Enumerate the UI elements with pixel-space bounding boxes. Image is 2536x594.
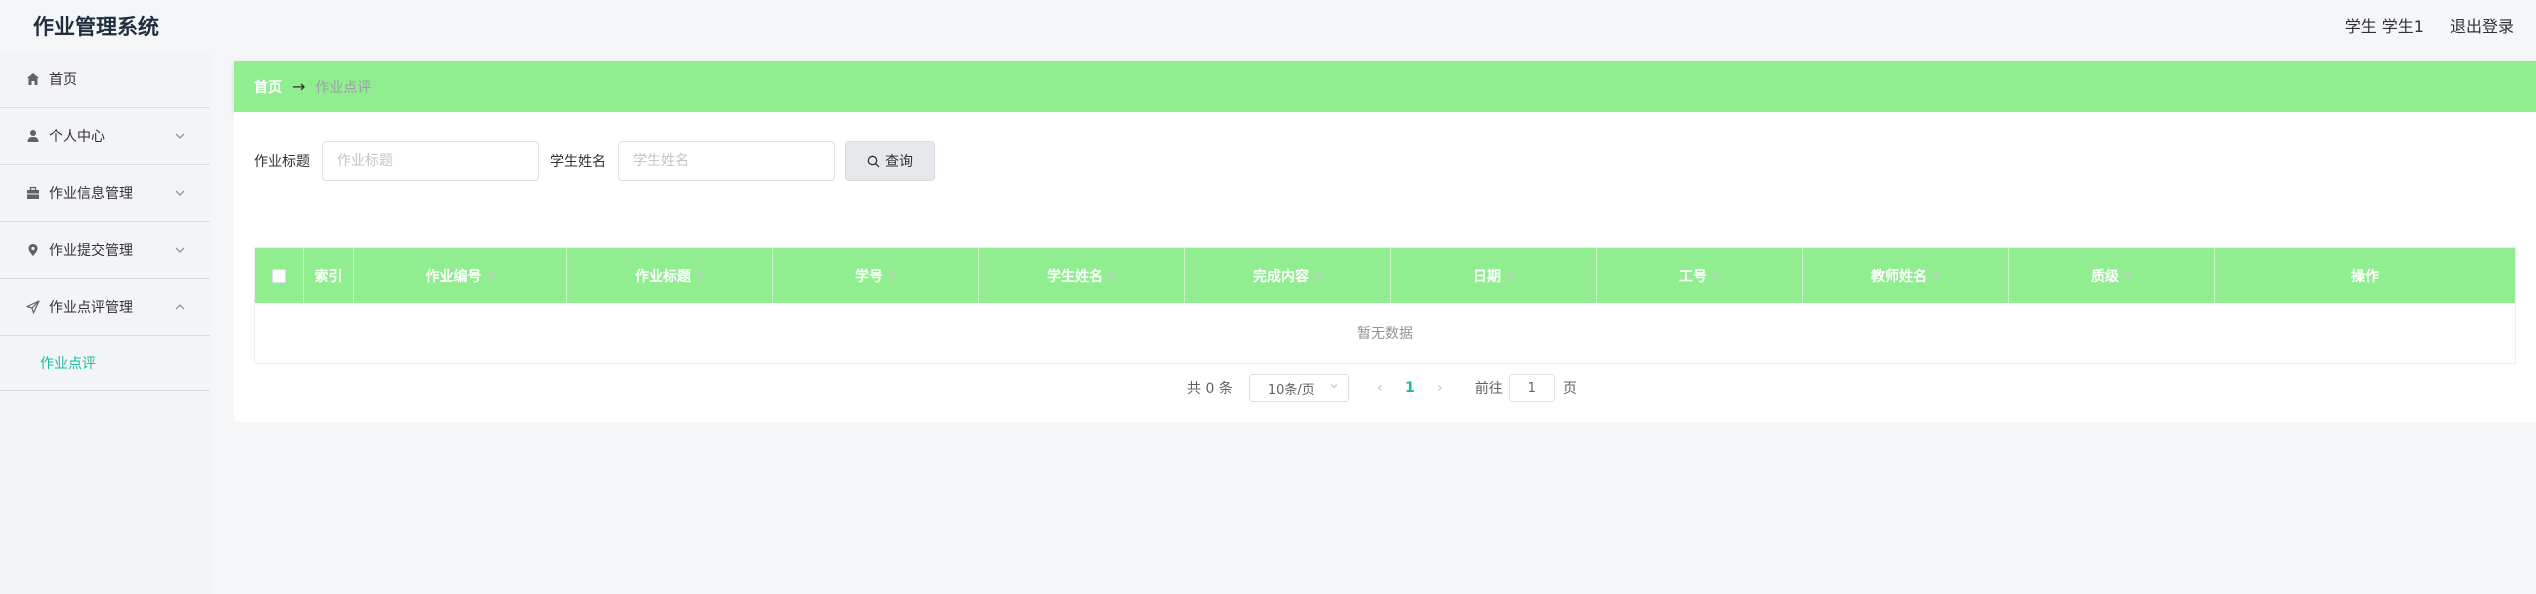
search-button[interactable]: 查询 [845,141,935,181]
logout-link[interactable]: 退出登录 [2450,13,2514,37]
chevron-down-icon [172,185,188,201]
content-panel: 作业标题 学生姓名 查询 索引 作业编号 作业标题 [234,112,2536,422]
search-button-label: 查询 [885,154,913,170]
next-page-button[interactable]: › [1425,380,1455,396]
name-field-label: 学生姓名 [550,154,606,170]
app-title: 作业管理系统 [33,15,159,39]
sidebar-subitem-homework-review[interactable]: 作业点评 [0,353,96,373]
sidebar: 首页 个人中心 作业信息管理 作业提交管理 作业点评管理 作业点评 [0,51,210,594]
location-icon [25,242,41,258]
breadcrumb: 首页 → 作业点评 [234,61,2536,112]
total-count: 共 0 条 [1187,381,1233,397]
prev-page-button[interactable]: ‹ [1365,380,1395,396]
select-all-checkbox[interactable] [272,268,286,283]
title-search-input[interactable] [322,141,539,181]
name-search-input[interactable] [618,141,835,181]
pagination: 共 0 条 10条/页 ‹ 1 › 前往 页 [1187,374,1577,402]
chevron-up-icon [172,299,188,315]
home-icon [25,71,41,87]
chevron-down-icon [1328,380,1340,396]
page-size-value: 10条/页 [1267,382,1315,398]
sidebar-item-label: 作业信息管理 [49,186,133,202]
sidebar-item-homework-info[interactable]: 作业信息管理 [0,165,210,222]
search-form: 作业标题 学生姓名 查询 [254,141,935,181]
sort-icon[interactable] [696,270,704,281]
page-number-current[interactable]: 1 [1395,380,1425,396]
breadcrumb-home[interactable]: 首页 [254,77,282,97]
column-header[interactable]: 工号 [1597,248,1803,303]
user-icon [25,128,41,144]
search-icon [867,155,880,168]
data-table: 索引 作业编号 作业标题 学号 学生姓名 完成内容 日期 工号 教师姓名 质级 … [254,247,2516,364]
table-empty-text: 暂无数据 [255,303,2515,363]
sidebar-item-homework-review[interactable]: 作业点评管理 [0,279,210,336]
sidebar-item-homework-submit[interactable]: 作业提交管理 [0,222,210,279]
sidebar-item-home[interactable]: 首页 [0,51,210,108]
column-header: 操作 [2351,268,2379,285]
table-header: 索引 作业编号 作业标题 学号 学生姓名 完成内容 日期 工号 教师姓名 质级 … [255,248,2515,303]
sort-icon[interactable] [1712,270,1720,281]
column-header[interactable]: 日期 [1391,248,1597,303]
goto-page-input[interactable] [1508,374,1555,402]
chevron-down-icon [172,242,188,258]
column-header: 索引 [304,248,354,303]
sort-icon[interactable] [2124,270,2132,281]
select-all-cell [255,248,304,303]
sort-icon[interactable] [1314,270,1322,281]
sidebar-item-label: 个人中心 [49,129,105,145]
briefcase-icon [25,185,41,201]
column-header[interactable]: 作业编号 [354,248,567,303]
sort-icon[interactable] [888,270,896,281]
column-header[interactable]: 质级 [2009,248,2215,303]
sidebar-submenu: 作业点评 [0,336,210,391]
title-field-label: 作业标题 [254,154,310,170]
sort-icon[interactable] [1108,270,1116,281]
user-info: 学生 学生1 [2344,17,2424,36]
column-header[interactable]: 作业标题 [567,248,773,303]
sidebar-item-label: 作业点评管理 [49,300,133,316]
sidebar-item-personal-center[interactable]: 个人中心 [0,108,210,165]
sidebar-item-label: 作业提交管理 [49,243,133,259]
sidebar-item-label: 首页 [49,72,77,88]
chevron-down-icon [172,128,188,144]
column-header[interactable]: 完成内容 [1185,248,1391,303]
column-header[interactable]: 学号 [773,248,979,303]
page-suffix: 页 [1562,381,1577,397]
column-header[interactable]: 教师姓名 [1803,248,2009,303]
top-header: 作业管理系统 学生 学生1 退出登录 [0,0,2536,46]
send-icon [25,299,41,315]
sort-icon[interactable] [486,270,495,281]
column-header[interactable]: 学生姓名 [979,248,1185,303]
breadcrumb-current: 作业点评 [315,79,372,96]
page-size-select[interactable]: 10条/页 [1248,374,1349,402]
sort-icon[interactable] [1932,270,1940,281]
sort-icon[interactable] [1506,270,1514,281]
goto-label: 前往 [1474,381,1503,397]
breadcrumb-separator: → [292,77,306,96]
